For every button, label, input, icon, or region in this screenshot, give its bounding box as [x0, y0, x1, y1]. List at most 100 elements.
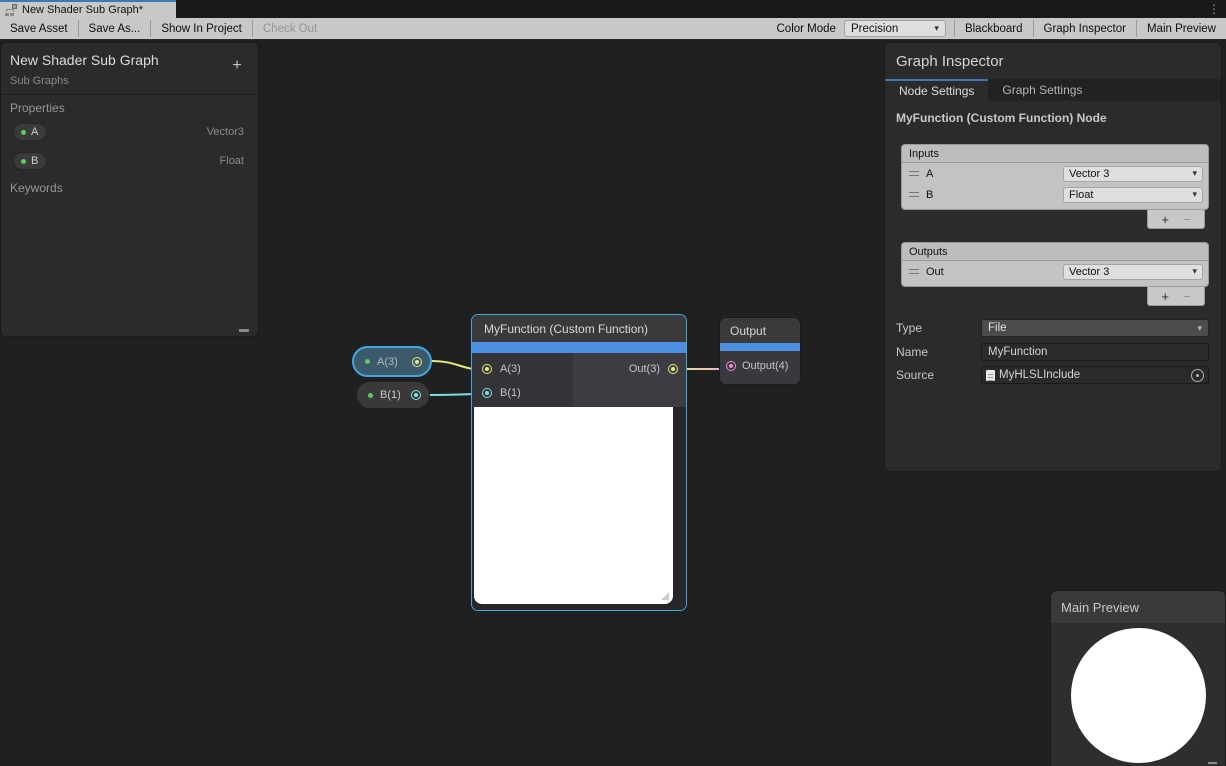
property-node-label: A(3) — [377, 356, 405, 368]
output-slot-final[interactable]: Output(4) — [720, 354, 800, 378]
source-object-field[interactable]: MyHLSLInclude — [981, 366, 1209, 384]
main-preview-resize-handle[interactable] — [1208, 762, 1217, 764]
port-vector4-icon[interactable] — [726, 361, 736, 371]
function-name-field[interactable]: MyFunction — [981, 343, 1209, 361]
save-as-button[interactable]: Save As... — [79, 18, 151, 39]
main-preview-toggle-button[interactable]: Main Preview — [1137, 18, 1226, 39]
drag-handle-icon[interactable] — [909, 171, 919, 176]
node-output-slots: Out(3) — [573, 353, 686, 407]
tab-title: New Shader Sub Graph* — [22, 4, 143, 16]
chevron-down-icon: ▾ — [1192, 190, 1197, 199]
divider — [1, 94, 258, 95]
chevron-down-icon: ▾ — [1192, 169, 1197, 178]
port-vector3-icon[interactable] — [668, 364, 678, 374]
color-mode-dropdown[interactable]: Precision ▾ — [844, 20, 946, 37]
node-input-slots: A(3) B(1) — [472, 353, 573, 407]
input-slot-a[interactable]: A(3) — [472, 357, 573, 381]
inputs-list: Inputs A Vector 3 ▾ B Float ▾ — [901, 144, 1209, 210]
blackboard-subtitle: Sub Graphs — [10, 75, 69, 87]
remove-output-button: − — [1183, 290, 1191, 303]
source-asset-name: MyHLSLInclude — [999, 369, 1080, 381]
port-vector3-icon[interactable] — [482, 364, 492, 374]
add-input-button[interactable]: + — [1161, 213, 1169, 226]
port-float-icon[interactable] — [482, 388, 492, 398]
show-in-project-button[interactable]: Show In Project — [151, 18, 252, 39]
node-output[interactable]: Output Output(4) — [719, 317, 801, 385]
drag-handle-icon[interactable] — [909, 192, 919, 197]
property-row-a: A Vector3 — [13, 123, 244, 141]
graph-inspector-panel: Graph Inspector Node Settings Graph Sett… — [884, 42, 1222, 472]
source-label: Source — [896, 368, 934, 382]
input-slot-b[interactable]: B(1) — [472, 381, 573, 405]
preview-sphere[interactable] — [1071, 628, 1206, 763]
inspector-tab-strip: Node Settings Graph Settings — [885, 79, 1221, 101]
property-node-a[interactable]: A(3) — [352, 346, 432, 377]
blackboard-panel: New Shader Sub Graph + Sub Graphs Proper… — [0, 42, 259, 337]
save-asset-button[interactable]: Save Asset — [0, 18, 78, 39]
inputs-list-header: Inputs — [902, 145, 1208, 163]
node-preview-image — [474, 407, 673, 604]
graph-inspector-toggle-button[interactable]: Graph Inspector — [1034, 18, 1136, 39]
shader-graph-toolbar: Save Asset Save As... Show In Project Ch… — [0, 18, 1226, 40]
add-output-button[interactable]: + — [1161, 290, 1169, 303]
function-type-dropdown[interactable]: File ▾ — [981, 319, 1209, 337]
property-pill-b[interactable]: B — [13, 152, 47, 170]
window-menu-icon[interactable]: ⋮ — [1208, 1, 1220, 17]
selected-node-heading: MyFunction (Custom Function) Node — [896, 111, 1107, 125]
exposed-dot-icon — [21, 159, 26, 164]
outputs-list: Outputs Out Vector 3 ▾ — [901, 242, 1209, 287]
check-out-button: Check Out — [253, 18, 327, 39]
object-picker-icon[interactable] — [1191, 369, 1204, 382]
input-a-type-dropdown[interactable]: Vector 3 ▾ — [1063, 166, 1203, 182]
drag-handle-icon[interactable] — [909, 269, 919, 274]
tab-node-settings[interactable]: Node Settings — [885, 79, 988, 101]
precision-color-bar — [720, 343, 800, 351]
property-node-b[interactable]: B(1) — [356, 381, 430, 409]
sub-graph-asset-icon — [5, 4, 17, 16]
exposed-dot-icon — [368, 393, 373, 398]
preview-resize-grip[interactable] — [661, 592, 669, 600]
outputs-row-out[interactable]: Out Vector 3 ▾ — [902, 261, 1208, 282]
exposed-dot-icon — [21, 130, 26, 135]
node-myfunction[interactable]: MyFunction (Custom Function) A(3) B(1) O… — [471, 314, 687, 611]
port-vector3-icon[interactable] — [412, 357, 422, 367]
property-row-b: B Float — [13, 152, 244, 170]
graph-canvas[interactable]: A(3) B(1) MyFunction (Custom Function) A… — [0, 40, 1226, 766]
outputs-list-footer: + − — [1147, 287, 1205, 306]
blackboard-toggle-button[interactable]: Blackboard — [955, 18, 1033, 39]
inspector-title: Graph Inspector — [896, 53, 1004, 70]
node-title[interactable]: Output — [720, 318, 800, 343]
input-b-type-dropdown[interactable]: Float ▾ — [1063, 187, 1203, 203]
property-type-label: Vector3 — [207, 126, 244, 138]
tab-graph-settings[interactable]: Graph Settings — [988, 79, 1096, 101]
property-pill-a[interactable]: A — [13, 123, 47, 141]
main-preview-panel: Main Preview — [1050, 590, 1226, 766]
chevron-down-icon: ▾ — [1197, 324, 1202, 333]
add-property-button[interactable]: + — [228, 57, 246, 75]
window-tab-bar: New Shader Sub Graph* ⋮ — [0, 0, 1226, 18]
property-node-label: B(1) — [380, 389, 404, 401]
main-preview-title[interactable]: Main Preview — [1051, 591, 1225, 623]
output-slot-out[interactable]: Out(3) — [573, 357, 686, 381]
type-label: Type — [896, 321, 922, 335]
blackboard-title: New Shader Sub Graph — [10, 52, 159, 68]
file-asset-icon — [986, 370, 995, 381]
output-out-type-dropdown[interactable]: Vector 3 ▾ — [1063, 264, 1203, 280]
exposed-dot-icon — [365, 359, 370, 364]
name-label: Name — [896, 345, 928, 359]
chevron-down-icon: ▾ — [1192, 267, 1197, 276]
node-preview-area — [472, 407, 686, 610]
tab-new-shader-sub-graph[interactable]: New Shader Sub Graph* — [0, 0, 176, 18]
color-mode-label: Color Mode — [769, 18, 844, 39]
inputs-row-b[interactable]: B Float ▾ — [902, 184, 1208, 205]
inputs-list-footer: + − — [1147, 210, 1205, 229]
keywords-section-label: Keywords — [10, 181, 63, 195]
node-title[interactable]: MyFunction (Custom Function) — [472, 315, 686, 342]
remove-input-button: − — [1183, 213, 1191, 226]
properties-section-label: Properties — [10, 101, 65, 115]
property-type-label: Float — [220, 155, 244, 167]
inputs-row-a[interactable]: A Vector 3 ▾ — [902, 163, 1208, 184]
chevron-down-icon: ▾ — [934, 24, 939, 33]
blackboard-resize-handle[interactable] — [239, 329, 249, 332]
port-float-icon[interactable] — [411, 390, 421, 400]
